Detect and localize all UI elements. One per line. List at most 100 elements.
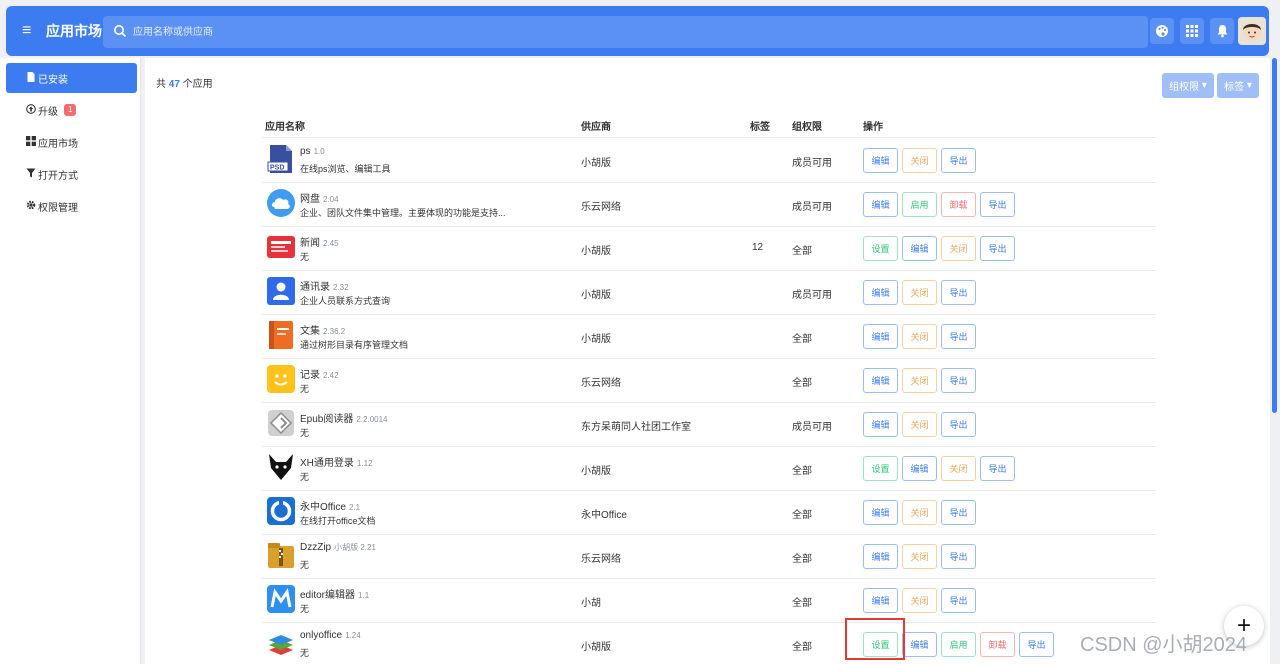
table-row: 文集 2.36.2 通过树形目录有序管理文档 小胡版 全部 编辑 关闭 导出 [262, 314, 1156, 358]
fox-icon [266, 452, 296, 482]
sidebar-item-permissions[interactable]: 权限管理 [6, 191, 137, 221]
export-button[interactable]: 导出 [980, 192, 1015, 217]
edit-button[interactable]: 编辑 [902, 632, 937, 657]
edit-button[interactable]: 编辑 [863, 544, 898, 569]
close-button[interactable]: 关闭 [902, 544, 937, 569]
export-button[interactable]: 导出 [941, 544, 976, 569]
app-permission: 全部 [792, 510, 812, 521]
app-description: 在线ps浏览、编辑工具 [300, 164, 391, 174]
app-version: 2.2.0014 [356, 415, 388, 424]
row-actions: 编辑 关闭 导出 [863, 368, 976, 393]
scrollbar[interactable] [1272, 58, 1277, 413]
row-actions: 编辑 关闭 导出 [863, 544, 976, 569]
search-box[interactable] [103, 16, 1148, 48]
edit-button[interactable]: 编辑 [863, 368, 898, 393]
app-name: editor编辑器 1.1 [300, 590, 370, 601]
table-row: 网盘 2.04 企业、团队文件集中管理。主要体现的功能是支持... 乐云网络 成员可用 编… [262, 182, 1156, 226]
edit-button[interactable]: 编辑 [863, 412, 898, 437]
edit-button[interactable]: 编辑 [863, 588, 898, 613]
row-actions: 编辑 关闭 导出 [863, 324, 976, 349]
setting-button[interactable]: 设置 [863, 236, 898, 261]
export-button[interactable]: 导出 [941, 324, 976, 349]
app-vendor: 东方呆萌同人社团工作室 [581, 422, 691, 433]
avatar[interactable] [1238, 17, 1266, 45]
svg-text:PSD: PSD [270, 165, 284, 172]
export-button[interactable]: 导出 [941, 588, 976, 613]
app-description: 无 [300, 252, 310, 262]
export-button[interactable]: 导出 [941, 368, 976, 393]
uninstall-button[interactable]: 卸载 [941, 192, 976, 217]
export-button[interactable]: 导出 [941, 280, 976, 305]
edit-button[interactable]: 编辑 [863, 500, 898, 525]
group-permission-filter[interactable]: 组权限 ▾ [1162, 73, 1214, 98]
table-row: onlyoffice 1.24 无小胡版 全部 设置 编辑 启用 卸载 导出 [262, 622, 1156, 664]
document-icon [27, 72, 35, 82]
close-button[interactable]: 关闭 [902, 148, 937, 173]
close-button[interactable]: 关闭 [902, 588, 937, 613]
app-description: 无 [300, 428, 310, 438]
app-name: ps 1.0 [300, 146, 325, 157]
app-vendor: 乐云网络 [581, 202, 621, 213]
edit-button[interactable]: 编辑 [863, 148, 898, 173]
close-button[interactable]: 关闭 [902, 412, 937, 437]
highlight-box [845, 618, 905, 660]
enable-button[interactable]: 启用 [941, 632, 976, 657]
app-version: 2.04 [323, 195, 339, 204]
filter-icon [26, 168, 36, 178]
tag-filter[interactable]: 标签 ▾ [1217, 73, 1259, 98]
column-header-vendor: 供应商 [581, 122, 611, 133]
app-name: 新闻 2.45 [300, 238, 339, 249]
top-bar: ≡ 应用市场 [6, 6, 1269, 56]
close-button[interactable]: 关闭 [902, 368, 937, 393]
edit-button[interactable]: 编辑 [863, 324, 898, 349]
setting-button[interactable]: 设置 [863, 456, 898, 481]
export-button[interactable]: 导出 [941, 148, 976, 173]
export-button[interactable]: 导出 [1019, 632, 1054, 657]
app-version: 小胡版 2.21 [334, 543, 376, 552]
app-title: 应用市场 [46, 23, 102, 39]
palette-icon[interactable] [1150, 18, 1174, 44]
edit-button[interactable]: 编辑 [902, 456, 937, 481]
edit-button[interactable]: 编辑 [863, 280, 898, 305]
close-button[interactable]: 关闭 [941, 456, 976, 481]
grid-icon[interactable] [1180, 18, 1204, 44]
menu-icon[interactable]: ≡ [22, 20, 40, 42]
table-row: Epub阅读器 2.2.0014 无 东方呆萌同人社团工作室 成员可用 编辑 关闭 导出 [262, 402, 1156, 446]
close-button[interactable]: 关闭 [902, 324, 937, 349]
search-input[interactable] [133, 16, 1033, 48]
export-button[interactable]: 导出 [980, 456, 1015, 481]
app-description: 企业人员联系方式查询 [300, 296, 391, 306]
app-vendor: 小胡版 [581, 290, 611, 301]
close-button[interactable]: 关闭 [902, 280, 937, 305]
sidebar-item-installed[interactable]: 已安装 [6, 63, 137, 93]
close-button[interactable]: 关闭 [902, 500, 937, 525]
table-row: 永中Office 2.1 在线打开office文档 永中Office 全部 编辑 关闭 导出 [262, 490, 1156, 534]
export-button[interactable]: 导出 [941, 412, 976, 437]
sidebar-item-open-mode[interactable]: 打开方式 [6, 159, 137, 189]
app-name: 文集 2.36.2 [300, 326, 346, 337]
row-actions: 编辑 关闭 导出 [863, 500, 976, 525]
table-row: PSD ps 1.0 在线ps浏览、编辑工具 小胡版 成员可用 编辑 关闭 导出 [262, 138, 1156, 182]
epub-icon [266, 408, 296, 438]
enable-button[interactable]: 启用 [902, 192, 937, 217]
sidebar-item-upgrade[interactable]: 升级 1 [6, 95, 137, 125]
zip-icon [266, 540, 296, 570]
app-description: 在线打开office文档 [300, 516, 376, 526]
column-header-permission: 组权限 [792, 122, 822, 133]
export-button[interactable]: 导出 [980, 236, 1015, 261]
app-version: 2.42 [323, 371, 339, 380]
bell-icon[interactable] [1210, 18, 1234, 44]
app-name: onlyoffice 1.24 [300, 630, 361, 641]
app-version: 1.1 [358, 591, 370, 600]
close-button[interactable]: 关闭 [941, 236, 976, 261]
edit-button[interactable]: 编辑 [902, 236, 937, 261]
row-actions: 编辑 关闭 导出 [863, 280, 976, 305]
sidebar-item-app-market[interactable]: 应用市场 [6, 127, 137, 157]
cloud-icon [266, 188, 296, 218]
uninstall-button[interactable]: 卸载 [980, 632, 1015, 657]
app-description: 无 [300, 384, 310, 394]
edit-button[interactable]: 编辑 [863, 192, 898, 217]
export-button[interactable]: 导出 [941, 500, 976, 525]
app-version: 2.45 [323, 239, 339, 248]
app-version: 2.36.2 [323, 327, 346, 336]
